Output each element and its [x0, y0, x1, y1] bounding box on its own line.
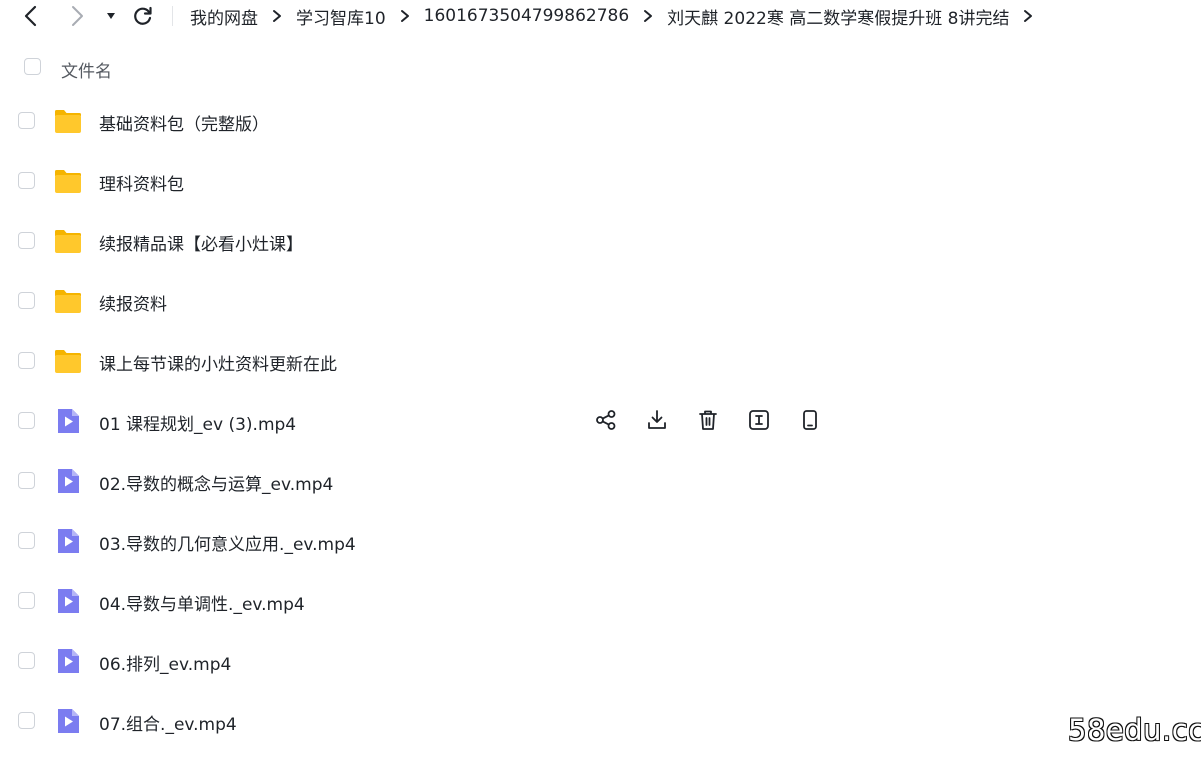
download-button[interactable]: [645, 408, 669, 432]
file-row[interactable]: 01 课程规划_ev (3).mp4: [0, 391, 1201, 451]
chevron-right-icon: [644, 10, 653, 22]
chevron-right-icon: [1024, 10, 1033, 22]
refresh-button[interactable]: [131, 4, 155, 28]
send-to-phone-icon: [799, 409, 821, 431]
back-button[interactable]: [19, 4, 43, 28]
file-row[interactable]: 续报精品课【必看小灶课】: [0, 211, 1201, 271]
rename-icon: [748, 409, 770, 431]
file-name[interactable]: 03.导数的几何意义应用._ev.mp4: [99, 530, 356, 555]
video-file-icon: [58, 409, 79, 433]
file-list-header: 文件名: [0, 52, 1201, 84]
history-dropdown-button[interactable]: [100, 4, 122, 28]
download-icon: [646, 409, 668, 431]
row-checkbox[interactable]: [18, 652, 35, 669]
video-file-icon: [58, 709, 79, 733]
breadcrumb-separator: [629, 3, 667, 29]
row-checkbox[interactable]: [18, 412, 35, 429]
video-file-icon: [58, 649, 79, 673]
file-row[interactable]: 续报资料: [0, 271, 1201, 331]
file-row[interactable]: 理科资料包: [0, 151, 1201, 211]
chevron-left-icon: [24, 5, 37, 27]
row-actions: [594, 408, 822, 432]
toolbar: 我的网盘 学习智库10 1601673504799862786 刘天麒 2022…: [0, 0, 1201, 32]
chevron-right-icon: [273, 10, 281, 22]
video-file-icon: [58, 589, 79, 613]
caret-down-icon: [107, 13, 115, 19]
row-checkbox[interactable]: [18, 172, 35, 189]
row-checkbox[interactable]: [18, 592, 35, 609]
row-checkbox[interactable]: [18, 232, 35, 249]
file-row[interactable]: 06.排列_ev.mp4: [0, 631, 1201, 691]
file-row[interactable]: 基础资料包（完整版）: [0, 91, 1201, 151]
video-file-icon: [58, 529, 79, 553]
breadcrumb-separator: [258, 3, 296, 29]
file-name[interactable]: 理科资料包: [99, 170, 184, 195]
file-name[interactable]: 续报资料: [99, 290, 167, 315]
row-checkbox[interactable]: [18, 712, 35, 729]
toolbar-divider: [172, 6, 173, 26]
delete-button[interactable]: [696, 408, 720, 432]
breadcrumb-separator: [1009, 3, 1047, 29]
file-name[interactable]: 01 课程规划_ev (3).mp4: [99, 410, 296, 435]
column-header-filename[interactable]: 文件名: [61, 57, 112, 82]
folder-icon: [55, 170, 81, 193]
breadcrumb-item-id-folder[interactable]: 1601673504799862786: [424, 6, 630, 26]
delete-icon: [697, 409, 719, 431]
chevron-right-icon: [400, 10, 409, 22]
breadcrumb-separator: [386, 3, 424, 29]
file-name[interactable]: 06.排列_ev.mp4: [99, 650, 231, 675]
row-checkbox[interactable]: [18, 112, 35, 129]
folder-icon: [55, 230, 81, 253]
row-checkbox[interactable]: [18, 292, 35, 309]
file-row[interactable]: 02.导数的概念与运算_ev.mp4: [0, 451, 1201, 511]
file-name[interactable]: 续报精品课【必看小灶课】: [99, 230, 303, 255]
folder-icon: [55, 290, 81, 313]
breadcrumb-item-my-drive[interactable]: 我的网盘: [190, 4, 258, 29]
share-button[interactable]: [594, 408, 618, 432]
chevron-right-icon: [72, 6, 83, 26]
refresh-icon: [134, 6, 152, 25]
file-row[interactable]: 04.导数与单调性._ev.mp4: [0, 571, 1201, 631]
row-checkbox[interactable]: [18, 352, 35, 369]
folder-icon: [55, 110, 81, 133]
forward-button[interactable]: [65, 4, 89, 28]
file-row[interactable]: 07.组合._ev.mp4: [0, 691, 1201, 751]
file-name[interactable]: 04.导数与单调性._ev.mp4: [99, 590, 305, 615]
breadcrumb-item-study-library[interactable]: 学习智库10: [296, 4, 386, 29]
rename-button[interactable]: [747, 408, 771, 432]
folder-icon: [55, 350, 81, 373]
row-checkbox[interactable]: [18, 532, 35, 549]
file-row[interactable]: 03.导数的几何意义应用._ev.mp4: [0, 511, 1201, 571]
watermark: 58edu.cc: [1067, 712, 1201, 748]
breadcrumb-item-current-folder[interactable]: 刘天麒 2022寒 高二数学寒假提升班 8讲完结: [667, 4, 1009, 29]
select-all-checkbox[interactable]: [24, 58, 41, 75]
file-name[interactable]: 07.组合._ev.mp4: [99, 710, 237, 735]
file-name[interactable]: 基础资料包（完整版）: [99, 110, 269, 135]
video-file-icon: [58, 469, 79, 493]
breadcrumb: 我的网盘 学习智库10 1601673504799862786 刘天麒 2022…: [190, 3, 1047, 29]
share-icon: [595, 409, 617, 431]
row-checkbox[interactable]: [18, 472, 35, 489]
send-to-phone-button[interactable]: [798, 408, 822, 432]
file-name[interactable]: 02.导数的概念与运算_ev.mp4: [99, 470, 333, 495]
file-row[interactable]: 课上每节课的小灶资料更新在此: [0, 331, 1201, 391]
file-name[interactable]: 课上每节课的小灶资料更新在此: [99, 350, 337, 375]
